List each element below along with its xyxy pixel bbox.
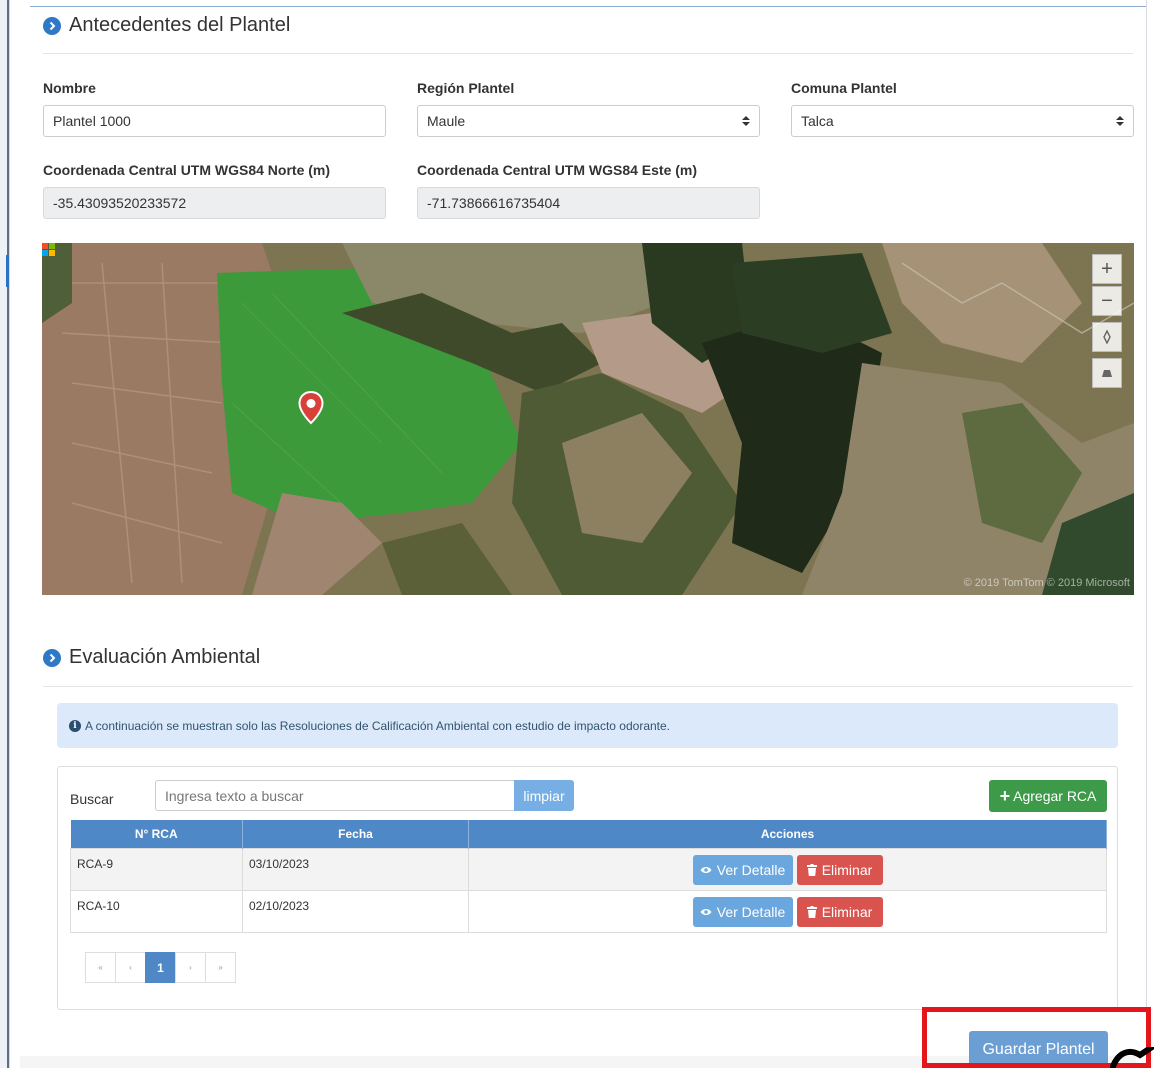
- map-imagery: [42, 243, 1134, 595]
- cell-fecha: 03/10/2023: [242, 847, 469, 891]
- zoom-out-button[interactable]: −: [1092, 286, 1122, 316]
- nombre-input[interactable]: Plantel 1000: [43, 105, 386, 137]
- chevron-right-icon: [43, 16, 61, 35]
- cell-actions: Ver Detalle Eliminar: [468, 889, 1107, 933]
- region-select[interactable]: Maule: [417, 105, 760, 137]
- select-arrows-icon: [742, 116, 750, 126]
- eye-icon: [700, 866, 712, 873]
- table-row: RCA-10 02/10/2023 Ver Detalle Eliminar: [70, 889, 1107, 933]
- info-alert-text: A continuación se muestran solo las Reso…: [85, 718, 671, 733]
- top-divider: [30, 6, 1146, 7]
- view-detail-button[interactable]: Ver Detalle: [692, 854, 793, 885]
- left-window-edge: [0, 0, 9, 1068]
- form-page: Antecedentes del Plantel Nombre Plantel …: [9, 0, 1147, 1068]
- rca-panel: Buscar Ingresa texto a buscar limpiar + …: [57, 766, 1118, 1010]
- section-divider: [43, 53, 1133, 54]
- pagination: « ‹ 1 › »: [85, 952, 236, 983]
- norte-value: -35.43093520233572: [53, 195, 187, 211]
- cell-fecha: 02/10/2023: [242, 889, 469, 933]
- search-input[interactable]: Ingresa texto a buscar: [155, 780, 515, 811]
- cell-rca: RCA-9: [70, 847, 243, 891]
- antecedentes-section-title: Antecedentes del Plantel: [43, 14, 290, 37]
- info-icon: i: [69, 719, 81, 732]
- page-first-button[interactable]: «: [85, 952, 116, 983]
- page-next-button[interactable]: ›: [175, 952, 206, 983]
- cell-actions: Ver Detalle Eliminar: [468, 847, 1107, 891]
- search-label: Buscar: [70, 791, 114, 807]
- comuna-select[interactable]: Talca: [791, 105, 1134, 137]
- region-value: Maule: [427, 113, 466, 129]
- map-style-button[interactable]: [1092, 358, 1122, 388]
- column-header-acciones: Acciones: [468, 820, 1107, 848]
- plus-icon: +: [999, 785, 1011, 806]
- page-1-button[interactable]: 1: [145, 952, 176, 983]
- chevron-right-icon: [43, 648, 61, 667]
- table-row: RCA-9 03/10/2023 Ver Detalle Eliminar: [70, 847, 1107, 891]
- map-layers-icon: [1102, 370, 1112, 377]
- column-header-fecha[interactable]: Fecha: [242, 820, 469, 848]
- compass-button[interactable]: [1092, 322, 1122, 352]
- view-detail-button[interactable]: Ver Detalle: [692, 896, 793, 927]
- trash-icon: [806, 863, 817, 876]
- add-rca-button[interactable]: + Agregar RCA: [989, 780, 1107, 812]
- compass-icon: [1103, 330, 1111, 344]
- page-last-button[interactable]: »: [205, 952, 236, 983]
- delete-button[interactable]: Eliminar: [796, 896, 883, 927]
- delete-button[interactable]: Eliminar: [796, 854, 883, 885]
- este-label: Coordenada Central UTM WGS84 Este (m): [417, 162, 698, 178]
- search-placeholder: Ingresa texto a buscar: [165, 787, 304, 804]
- zoom-in-button[interactable]: +: [1092, 254, 1122, 284]
- mouse-cursor-icon: [1109, 1044, 1155, 1068]
- satellite-map[interactable]: + − © 2019 TomTom © 2019 Microsoft: [42, 243, 1134, 595]
- select-arrows-icon: [1116, 116, 1124, 126]
- page-prev-button[interactable]: ‹: [115, 952, 146, 983]
- location-pin-icon[interactable]: [298, 390, 324, 430]
- eye-icon: [700, 908, 712, 915]
- nombre-value: Plantel 1000: [53, 113, 131, 129]
- info-alert: i A continuación se muestran solo las Re…: [57, 703, 1118, 748]
- column-header-rca[interactable]: N° RCA: [70, 820, 243, 848]
- cell-rca: RCA-10: [70, 889, 243, 933]
- trash-icon: [806, 905, 817, 918]
- clear-search-button[interactable]: limpiar: [514, 780, 574, 811]
- norte-label: Coordenada Central UTM WGS84 Norte (m): [43, 162, 331, 178]
- comuna-label: Comuna Plantel: [791, 80, 897, 96]
- antecedentes-title-text: Antecedentes del Plantel: [69, 14, 291, 36]
- nombre-label: Nombre: [43, 80, 96, 96]
- map-attribution: © 2019 TomTom © 2019 Microsoft: [963, 577, 1130, 589]
- este-value: -71.73866616735404: [427, 195, 561, 211]
- map-provider-logo: [42, 243, 56, 257]
- section-divider: [43, 686, 1133, 687]
- evaluacion-section-title: Evaluación Ambiental: [43, 646, 260, 669]
- rca-table: N° RCA Fecha Acciones RCA-9 03/10/2023 V…: [70, 820, 1107, 933]
- comuna-value: Talca: [801, 113, 834, 129]
- este-coordinate-field: -71.73866616735404: [417, 187, 760, 219]
- region-label: Región Plantel: [417, 80, 515, 96]
- norte-coordinate-field: -35.43093520233572: [43, 187, 386, 219]
- evaluacion-title-text: Evaluación Ambiental: [69, 646, 261, 668]
